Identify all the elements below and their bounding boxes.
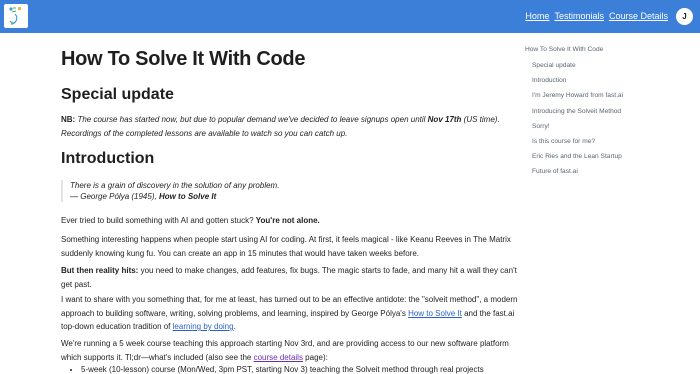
toc-item-future-fastai[interactable]: Future of fast.ai xyxy=(532,168,644,175)
quote-book: How to Solve It xyxy=(158,192,217,201)
paragraph-4: I want to share with you something that,… xyxy=(61,293,521,334)
learning-by-doing-link[interactable]: learning by doing xyxy=(173,322,234,331)
nav-testimonials-link[interactable]: Testimonials xyxy=(554,11,604,22)
quote-attribution: — George Pólya (1945), How to Solve It xyxy=(70,191,520,202)
nav-course-details-link[interactable]: Course Details xyxy=(609,11,668,22)
toc-item-special-update[interactable]: Special update xyxy=(532,62,644,69)
paragraph-2: Something interesting happens when peopl… xyxy=(61,235,511,258)
course-details-link[interactable]: course details xyxy=(254,353,303,362)
special-update-note: NB: The course has started now, but due … xyxy=(61,113,521,140)
paragraph-1: Ever tried to build something with AI an… xyxy=(61,214,521,228)
toc-item-introduction[interactable]: Introduction xyxy=(532,77,644,84)
paragraph-5: We're running a 5 week course teaching t… xyxy=(61,337,521,364)
note-label: NB: xyxy=(61,115,76,124)
user-avatar[interactable]: J xyxy=(676,8,693,25)
toc-item-jeremy-howard[interactable]: I'm Jeremy Howard from fast.ai xyxy=(532,92,644,99)
special-update-heading: Special update xyxy=(61,86,174,103)
note-text-1: The course has started now, but due to p… xyxy=(75,115,428,124)
p5-text-2: page): xyxy=(302,352,328,362)
list-item: 5-week (10-lesson) course (Mon/Wed, 3pm … xyxy=(81,365,531,374)
included-list: 5-week (10-lesson) course (Mon/Wed, 3pm … xyxy=(69,365,531,374)
note-date: Nov 17th xyxy=(427,115,462,124)
p1-text: Ever tried to build something with AI an… xyxy=(61,216,256,225)
epigraph-quote: There is a grain of discovery in the sol… xyxy=(61,180,520,202)
top-navbar: Home Testimonials Course Details J xyxy=(0,0,700,33)
toc-item-eric-ries[interactable]: Eric Ries and the Lean Startup xyxy=(532,153,644,160)
logo-icon xyxy=(9,7,21,25)
page-title: How To Solve It With Code xyxy=(61,48,306,70)
nav-home-link[interactable]: Home xyxy=(525,11,549,22)
quote-attribution-prefix: — George Pólya (1945), xyxy=(70,192,159,201)
p4-text-3: . xyxy=(233,322,236,331)
quote-text: There is a grain of discovery in the sol… xyxy=(70,181,280,190)
site-logo[interactable] xyxy=(4,4,28,28)
p3-bold: But then reality hits: xyxy=(61,266,139,275)
toc-item-solveit-method[interactable]: Introducing the Solveit Method xyxy=(532,108,637,115)
p1-bold: You're not alone. xyxy=(255,216,320,225)
how-to-solve-it-link[interactable]: How to Solve It xyxy=(408,309,462,318)
paragraph-3: But then reality hits: you need to make … xyxy=(61,264,521,291)
introduction-heading: Introduction xyxy=(61,150,155,167)
toc-item-is-this-for-me[interactable]: Is this course for me? xyxy=(532,138,644,145)
nav-links: Home Testimonials Course Details xyxy=(525,11,668,22)
toc-item-title[interactable]: How To Solve It With Code xyxy=(525,46,637,53)
toc-item-sorry[interactable]: Sorry! xyxy=(532,123,644,130)
